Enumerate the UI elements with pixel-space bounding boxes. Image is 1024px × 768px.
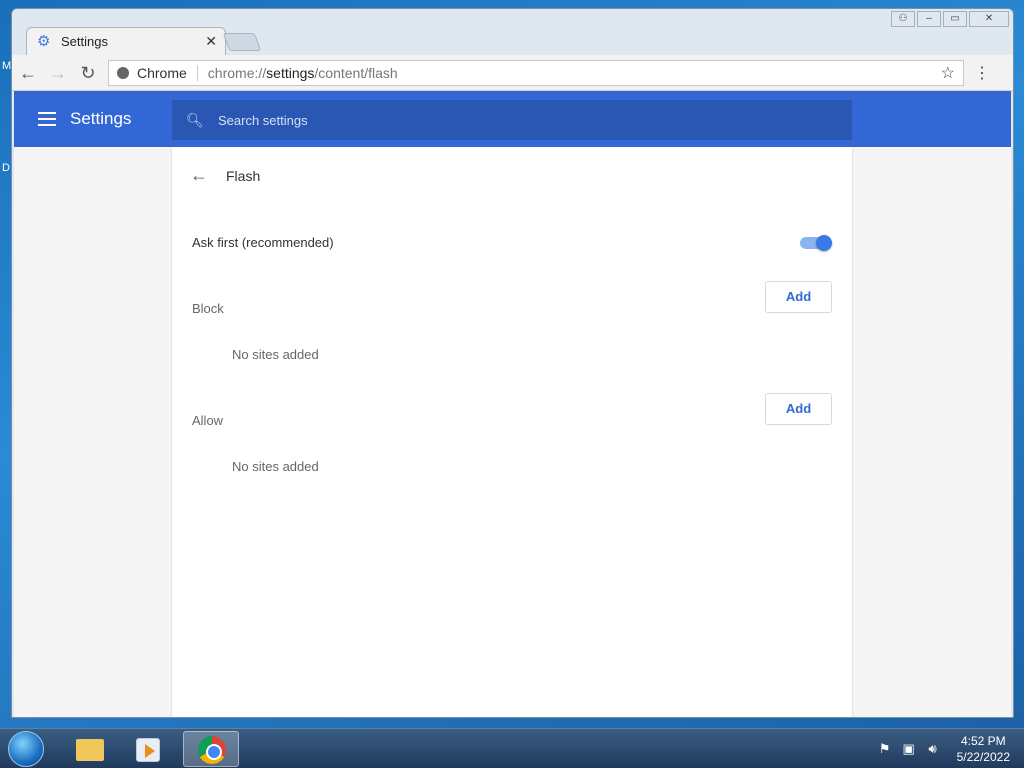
- page-title: Flash: [226, 167, 261, 184]
- flash-settings-card: ← Flash Ask first (recommended) Block Ad…: [172, 147, 852, 717]
- tab-title: Settings: [61, 34, 108, 49]
- taskbar-media-player[interactable]: [120, 731, 176, 767]
- block-section-label: Block: [192, 301, 224, 316]
- block-add-button[interactable]: Add: [765, 281, 832, 313]
- desktop-edge-text: D: [2, 162, 10, 174]
- url-text: chrome://settings/content/flash: [207, 64, 398, 81]
- action-center-icon[interactable]: ⚑: [877, 741, 893, 757]
- taskbar: ⚑ ▣ 🔊︎ 4:52 PM 5/22/2022: [0, 728, 1024, 768]
- browser-menu-icon[interactable]: ⋮: [972, 63, 992, 83]
- allow-section-label: Allow: [192, 413, 224, 428]
- minimize-button[interactable]: –: [917, 11, 941, 27]
- new-tab-button[interactable]: [222, 33, 262, 51]
- window-controls: ⚇ – ▭ ✕: [891, 11, 1009, 27]
- bookmark-star-icon[interactable]: ☆: [941, 63, 955, 83]
- forward-button[interactable]: →: [44, 59, 72, 87]
- settings-title: Settings: [70, 109, 132, 128]
- block-empty-text: No sites added: [232, 347, 319, 362]
- back-arrow-icon[interactable]: ←: [190, 165, 210, 186]
- chrome-page-icon: [117, 66, 129, 79]
- menu-icon[interactable]: [38, 112, 56, 126]
- maximize-button[interactable]: ▭: [943, 11, 967, 27]
- tab-strip: ⚙ Settings ✕ ⚇ – ▭ ✕: [12, 9, 1013, 55]
- volume-icon[interactable]: 🔊︎: [925, 741, 941, 757]
- ask-first-label: Ask first (recommended): [192, 235, 334, 250]
- back-button[interactable]: ←: [14, 59, 42, 87]
- tab-settings[interactable]: ⚙ Settings ✕: [26, 27, 226, 55]
- search-input[interactable]: [218, 112, 818, 128]
- scheme-label: Chrome: [137, 64, 187, 81]
- taskbar-explorer[interactable]: [60, 731, 116, 767]
- divider: [196, 64, 198, 81]
- clock-date: 5/22/2022: [956, 750, 1010, 764]
- tab-close-icon[interactable]: ✕: [205, 33, 217, 50]
- profile-icon[interactable]: ⚇: [891, 11, 915, 27]
- settings-page: Settings 🔍︎ ← Flash Ask first (recommend…: [14, 91, 1011, 717]
- clock-time: 4:52 PM: [960, 734, 1006, 748]
- browser-window: ⚙ Settings ✕ ⚇ – ▭ ✕ ← → ↻ Chrome chrome…: [11, 8, 1014, 718]
- settings-header: Settings 🔍︎: [14, 91, 1011, 147]
- media-player-icon: [136, 738, 160, 762]
- subpage-header: ← Flash: [190, 165, 260, 186]
- ask-first-toggle[interactable]: [800, 235, 832, 251]
- system-tray: ⚑ ▣ 🔊︎ 4:52 PM 5/22/2022: [877, 733, 1010, 765]
- taskbar-chrome[interactable]: [183, 731, 239, 767]
- search-box[interactable]: 🔍︎: [172, 100, 852, 140]
- browser-toolbar: ← → ↻ Chrome chrome://settings/content/f…: [12, 55, 1013, 91]
- search-icon: 🔍︎: [186, 111, 204, 128]
- reload-button[interactable]: ↻: [74, 59, 102, 87]
- chrome-icon: [198, 736, 226, 764]
- close-window-button[interactable]: ✕: [969, 11, 1009, 27]
- folder-icon: [76, 739, 104, 761]
- gear-icon: ⚙: [37, 32, 51, 50]
- start-button[interactable]: [8, 731, 44, 767]
- allow-empty-text: No sites added: [232, 459, 319, 474]
- address-bar[interactable]: Chrome chrome://settings/content/flash ☆: [108, 59, 964, 86]
- desktop-edge-text: M: [2, 60, 12, 72]
- network-icon[interactable]: ▣: [901, 741, 917, 757]
- clock[interactable]: 4:52 PM 5/22/2022: [957, 733, 1010, 765]
- allow-add-button[interactable]: Add: [765, 393, 832, 425]
